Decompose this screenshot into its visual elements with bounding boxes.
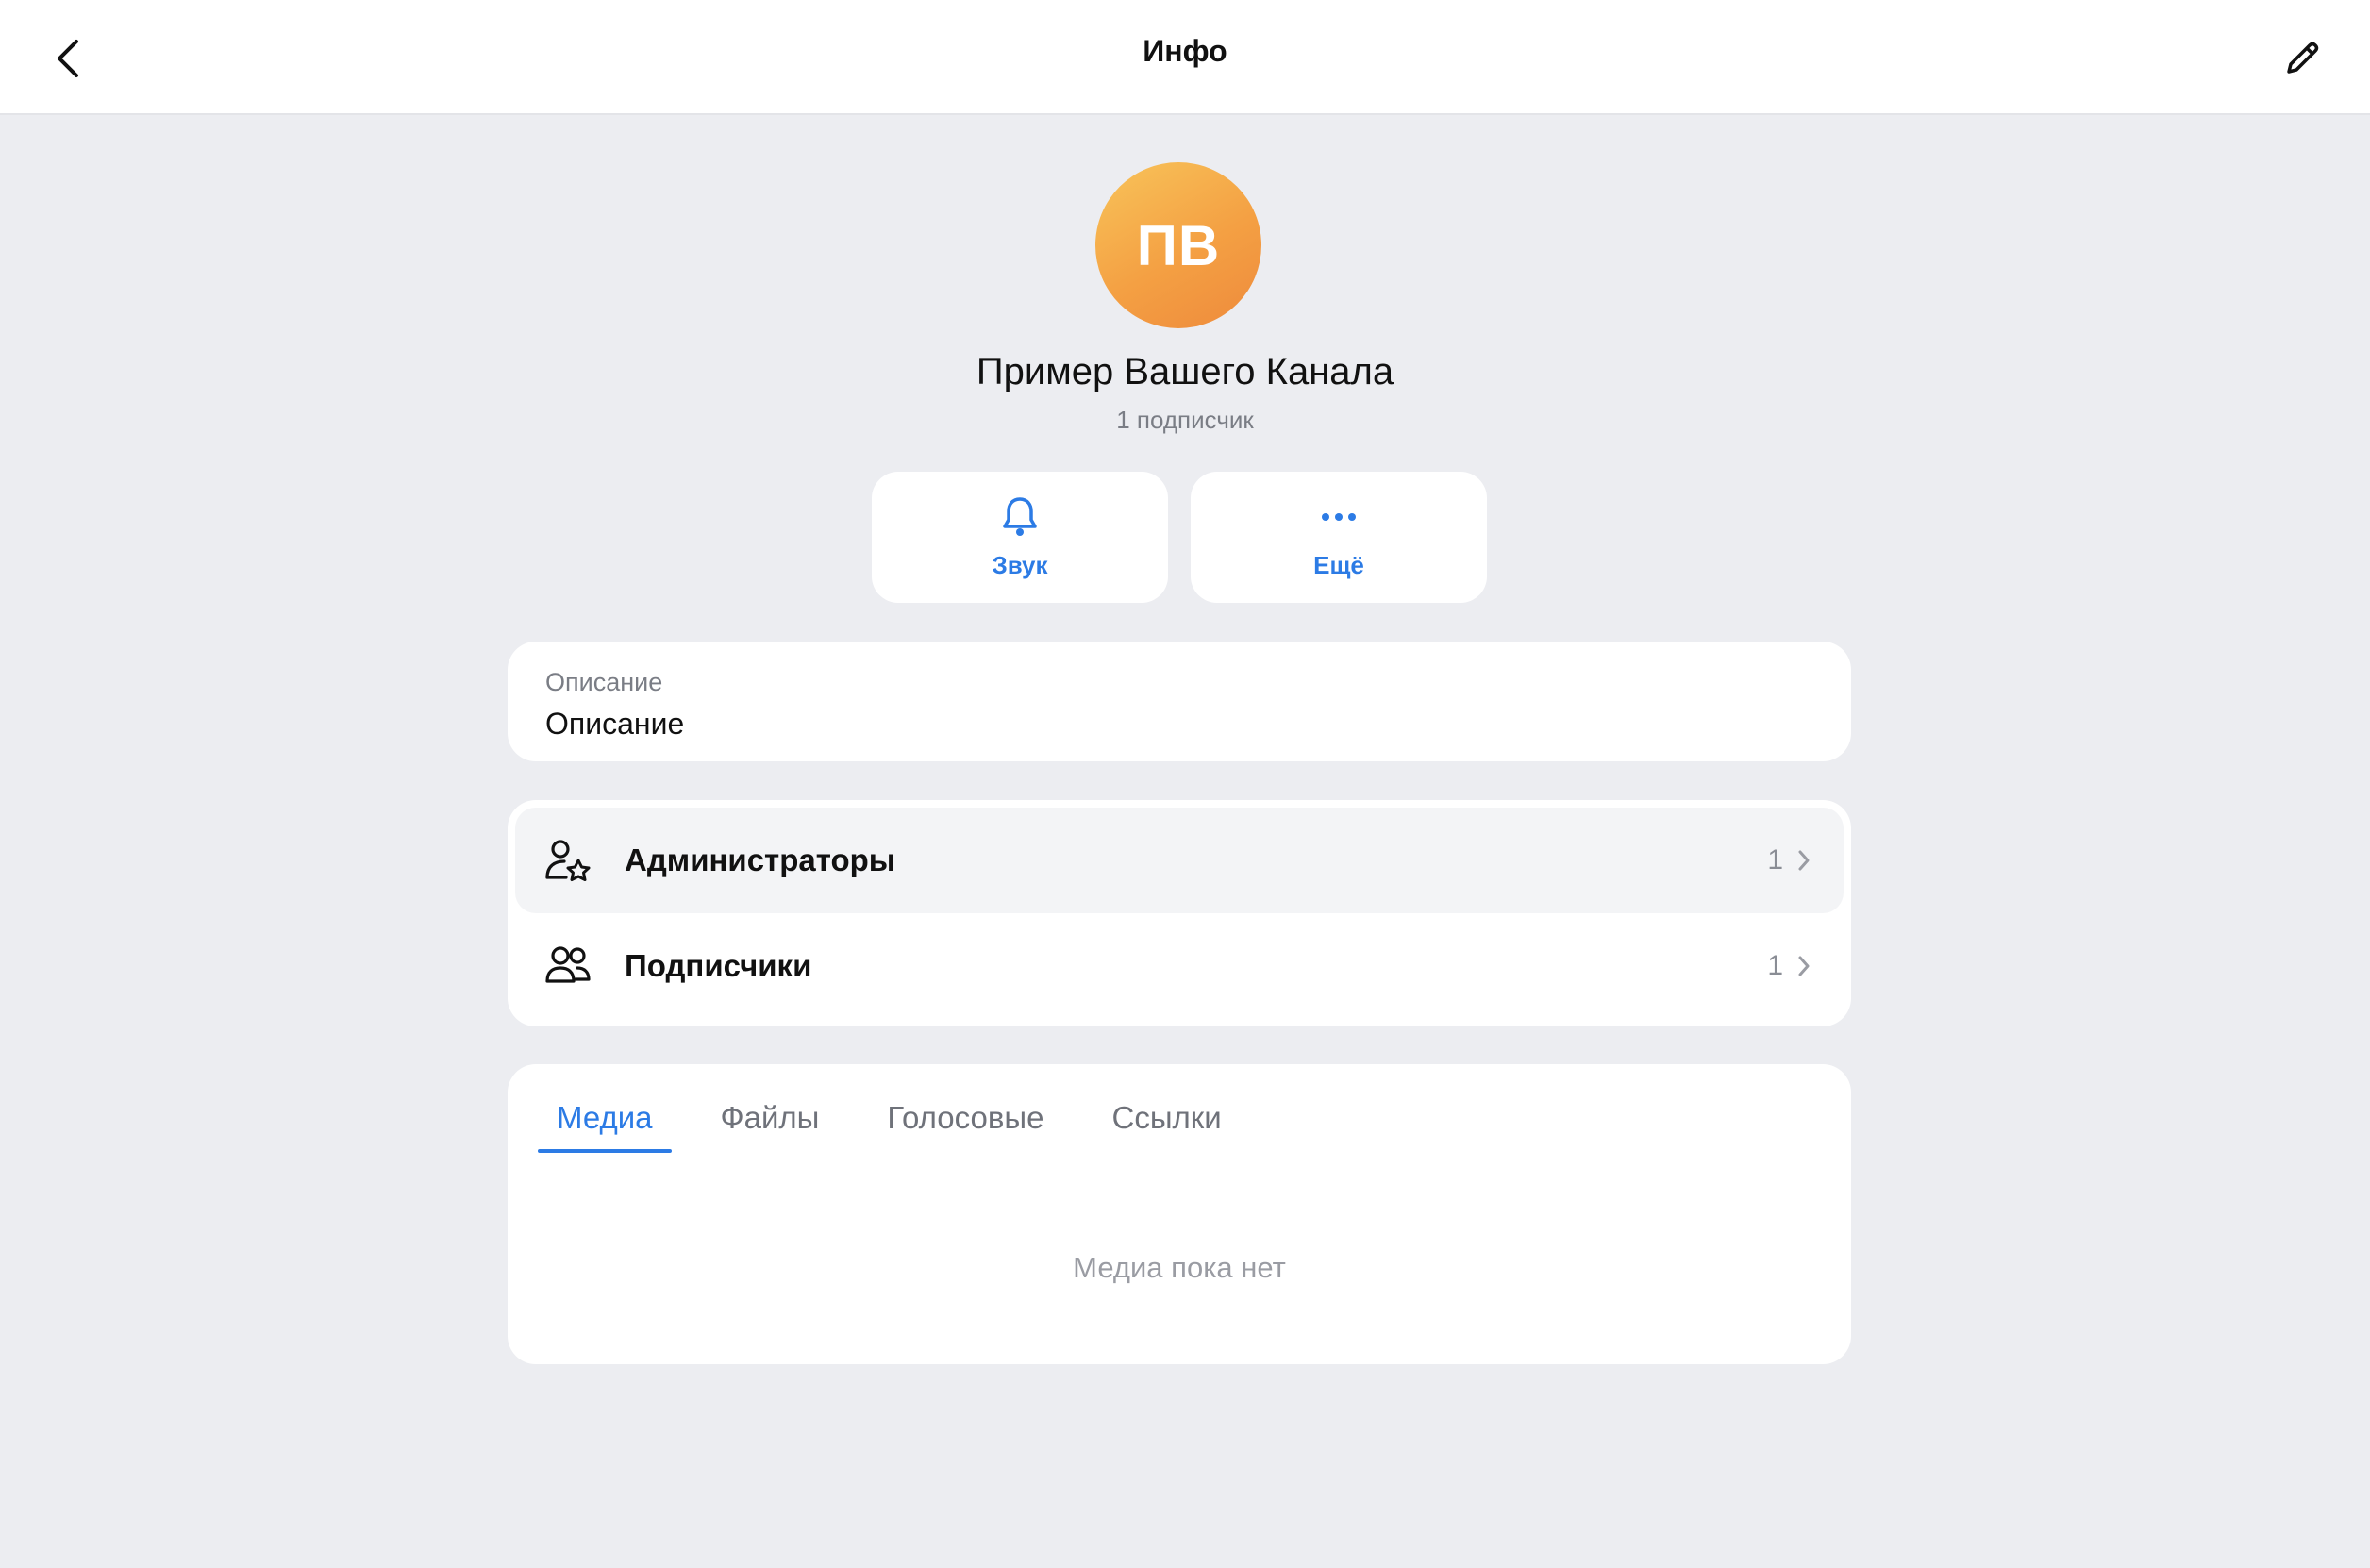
- description-card: Описание Описание: [508, 642, 1851, 761]
- tab-voice[interactable]: Голосовые: [868, 1100, 1062, 1153]
- subscribers-label: Подписчики: [625, 948, 812, 983]
- bell-icon: [1003, 497, 1037, 536]
- page-title: Инфо: [1143, 34, 1227, 68]
- top-bar: Инфо: [0, 0, 2370, 115]
- description-label: Описание: [545, 668, 663, 696]
- members-card: Администраторы 1 Подписчики 1: [508, 800, 1851, 1026]
- channel-name: Пример Вашего Канала: [976, 351, 1394, 392]
- subscribers-row[interactable]: Подписчики 1: [515, 913, 1844, 1019]
- subscribers-count: 1 подписчик: [1116, 406, 1254, 434]
- tab-media[interactable]: Медиа: [538, 1100, 672, 1153]
- more-label: Ещё: [1313, 551, 1364, 579]
- description-value: Описание: [545, 707, 685, 741]
- tab-links[interactable]: Ссылки: [1093, 1100, 1241, 1153]
- users-icon: [545, 946, 591, 983]
- more-button[interactable]: Ещё: [1191, 472, 1487, 603]
- avatar-initials: ПВ: [1136, 213, 1221, 277]
- media-empty-text: Медиа пока нет: [1073, 1251, 1286, 1284]
- channel-avatar: ПВ: [1095, 162, 1261, 328]
- sound-label: Звук: [992, 551, 1048, 579]
- subscribers-row-count: 1: [1767, 950, 1783, 981]
- chevron-right-icon: [1798, 850, 1810, 871]
- admins-label: Администраторы: [625, 842, 895, 877]
- ellipsis-icon: [1322, 513, 1356, 521]
- admin-star-icon: [545, 840, 591, 881]
- media-card: Медиа Файлы Голосовые Ссылки Медиа пока …: [508, 1064, 1851, 1364]
- chevron-right-icon: [1798, 956, 1810, 976]
- edit-button[interactable]: [2272, 28, 2332, 89]
- pencil-icon: [2287, 42, 2319, 74]
- admins-count: 1: [1767, 844, 1783, 876]
- admins-row[interactable]: Администраторы 1: [515, 808, 1844, 913]
- tab-files[interactable]: Файлы: [702, 1100, 839, 1153]
- media-tabs: Медиа Файлы Голосовые Ссылки: [538, 1100, 1271, 1153]
- sound-button[interactable]: Звук: [872, 472, 1168, 603]
